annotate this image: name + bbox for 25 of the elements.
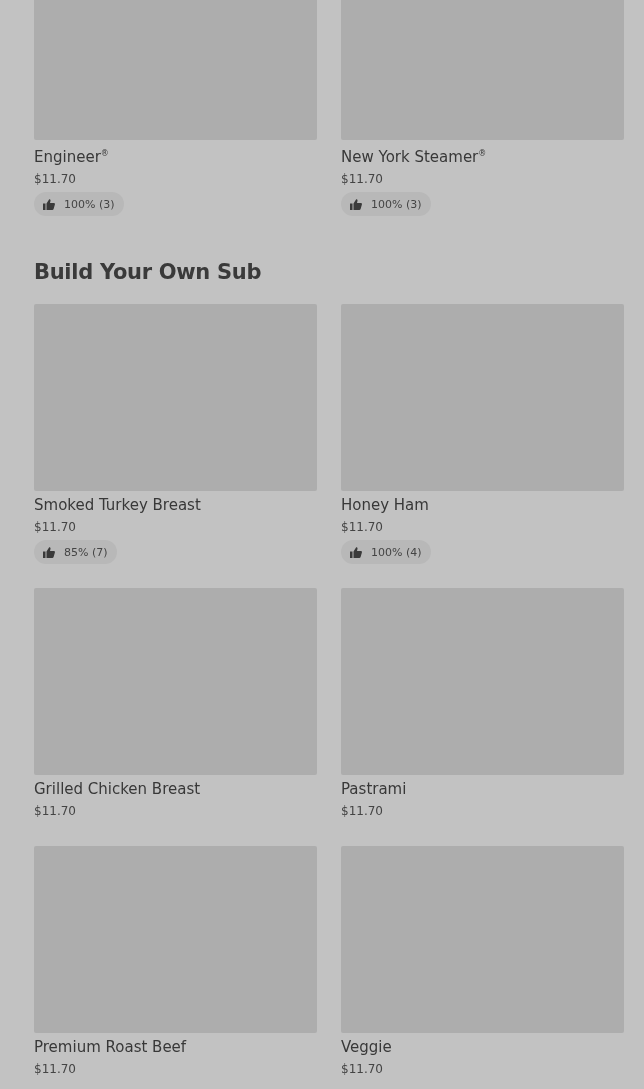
item-price: $11.70: [34, 519, 77, 536]
item-name[interactable]: Smoked Turkey Breast: [34, 494, 317, 516]
section-heading: Build Your Own Sub: [34, 259, 263, 286]
item-price: $11.70: [34, 1061, 77, 1078]
item-name[interactable]: Pastrami: [341, 778, 624, 800]
rating-text: 85% (7): [64, 545, 108, 559]
item-name[interactable]: Premium Roast Beef: [34, 1036, 317, 1058]
item-price: $11.70: [34, 171, 77, 188]
thumbs-up-icon: [350, 546, 362, 558]
item-name[interactable]: Honey Ham: [341, 494, 624, 516]
item-name[interactable]: Grilled Chicken Breast: [34, 778, 317, 800]
item-price: $11.70: [341, 803, 384, 820]
rating-text: 100% (3): [64, 197, 115, 211]
item-name[interactable]: Veggie: [341, 1036, 624, 1058]
item-price: $11.70: [341, 519, 384, 536]
item-name[interactable]: New York Steamer$^{®}$: [341, 143, 624, 168]
thumbs-up-icon: [43, 198, 55, 210]
rating-text: 100% (4): [371, 545, 422, 559]
thumbs-up-icon: [350, 198, 362, 210]
item-price: $11.70: [341, 171, 384, 188]
item-name[interactable]: Engineer$^{®}$: [34, 143, 317, 168]
item-price: $11.70: [34, 803, 77, 820]
thumbs-up-icon: [43, 546, 55, 558]
rating-text: 100% (3): [371, 197, 422, 211]
item-price: $11.70: [341, 1061, 384, 1078]
